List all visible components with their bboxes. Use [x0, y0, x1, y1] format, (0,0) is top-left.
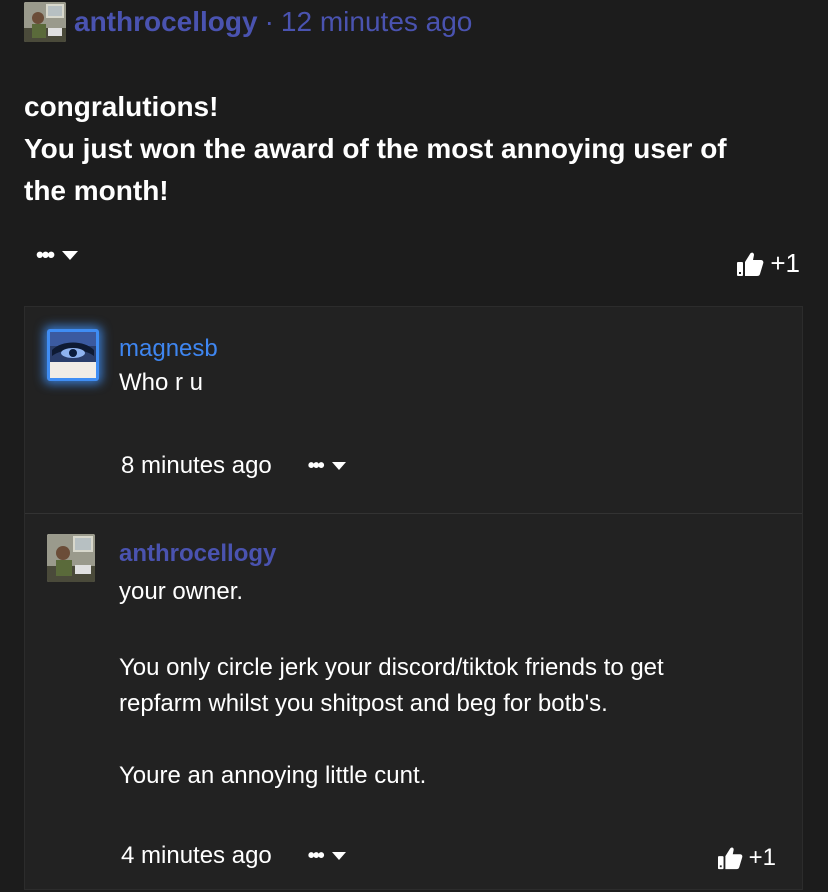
post-body-line: congralutions!: [24, 91, 219, 122]
avatar[interactable]: [47, 329, 99, 381]
thumbs-up-icon: [737, 252, 764, 276]
reply-username[interactable]: magnesb: [119, 335, 218, 363]
ellipsis-icon: •••: [307, 845, 325, 867]
thumbs-up-icon: [717, 847, 742, 870]
reply: anthrocellogy your owner. You only circl…: [25, 513, 802, 892]
post-body: congralutions! You just won the award of…: [24, 86, 804, 212]
separator-dot: ·: [264, 6, 274, 37]
reply-text-line: You only circle jerk your discord/tiktok…: [119, 654, 664, 681]
reply-text-line: Youre an annoying little cunt.: [119, 762, 427, 789]
ellipsis-icon: •••: [36, 242, 55, 267]
reply: magnesb Who r u 8 minutes ago •••: [25, 307, 802, 513]
post-body-line: the month!: [24, 175, 169, 206]
reply-timestamp[interactable]: 4 minutes ago: [121, 842, 272, 870]
reply-meta: 4 minutes ago •••: [121, 842, 346, 870]
replies-container: magnesb Who r u 8 minutes ago ••• anthro…: [24, 306, 803, 890]
reply-text-line: your owner.: [119, 578, 244, 605]
caret-down-icon: [331, 852, 346, 860]
post-timestamp[interactable]: 12 minutes ago: [281, 6, 472, 38]
reply-username[interactable]: anthrocellogy: [119, 540, 276, 568]
like-count: +1: [748, 844, 776, 871]
reply-menu-button[interactable]: •••: [308, 456, 346, 476]
post-header: anthrocellogy · 12 minutes ago: [24, 2, 472, 42]
post-username[interactable]: anthrocellogy: [74, 6, 258, 38]
ellipsis-icon: •••: [307, 455, 325, 477]
post-like-button[interactable]: +1: [736, 248, 800, 279]
caret-down-icon: [331, 462, 346, 470]
like-count: +1: [770, 248, 800, 278]
avatar[interactable]: [24, 2, 66, 42]
reply-timestamp[interactable]: 8 minutes ago: [121, 452, 272, 480]
reply-text: Who r u: [119, 369, 204, 396]
caret-down-icon: [62, 250, 79, 260]
reply-text-line: repfarm whilst you shitpost and beg for …: [119, 690, 608, 717]
post-body-line: You just won the award of the most annoy…: [24, 133, 727, 164]
reply-menu-button[interactable]: •••: [308, 846, 346, 866]
reply-meta: 8 minutes ago •••: [121, 452, 346, 480]
post-menu-button[interactable]: •••: [36, 242, 79, 267]
reply-like-button[interactable]: +1: [717, 844, 776, 872]
avatar[interactable]: [47, 534, 95, 582]
